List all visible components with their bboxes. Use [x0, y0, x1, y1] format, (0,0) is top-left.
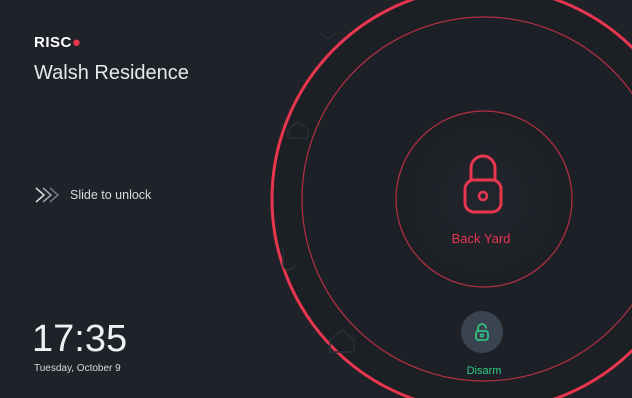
- lock-open-icon: [475, 323, 489, 341]
- double-chevron-right-icon: [35, 187, 60, 203]
- alarm-panel-screen: RISC● Walsh Residence Slide to unlock 17…: [0, 0, 632, 398]
- disarm-button[interactable]: [461, 311, 503, 353]
- clock-date: Tuesday, October 9: [34, 363, 121, 374]
- residence-name: Walsh Residence: [34, 62, 189, 84]
- lock-closed-icon: [463, 154, 503, 214]
- zone-name: Back Yard: [451, 231, 511, 246]
- logo-mark: ●: [71, 34, 82, 51]
- slide-to-unlock-label: Slide to unlock: [70, 188, 152, 202]
- slide-to-unlock[interactable]: Slide to unlock: [34, 186, 151, 204]
- risco-logo: RISC●: [34, 34, 82, 51]
- zone-status-button[interactable]: [451, 150, 515, 220]
- disarm-label: Disarm: [466, 365, 502, 377]
- clock-time: 17:35: [32, 318, 128, 360]
